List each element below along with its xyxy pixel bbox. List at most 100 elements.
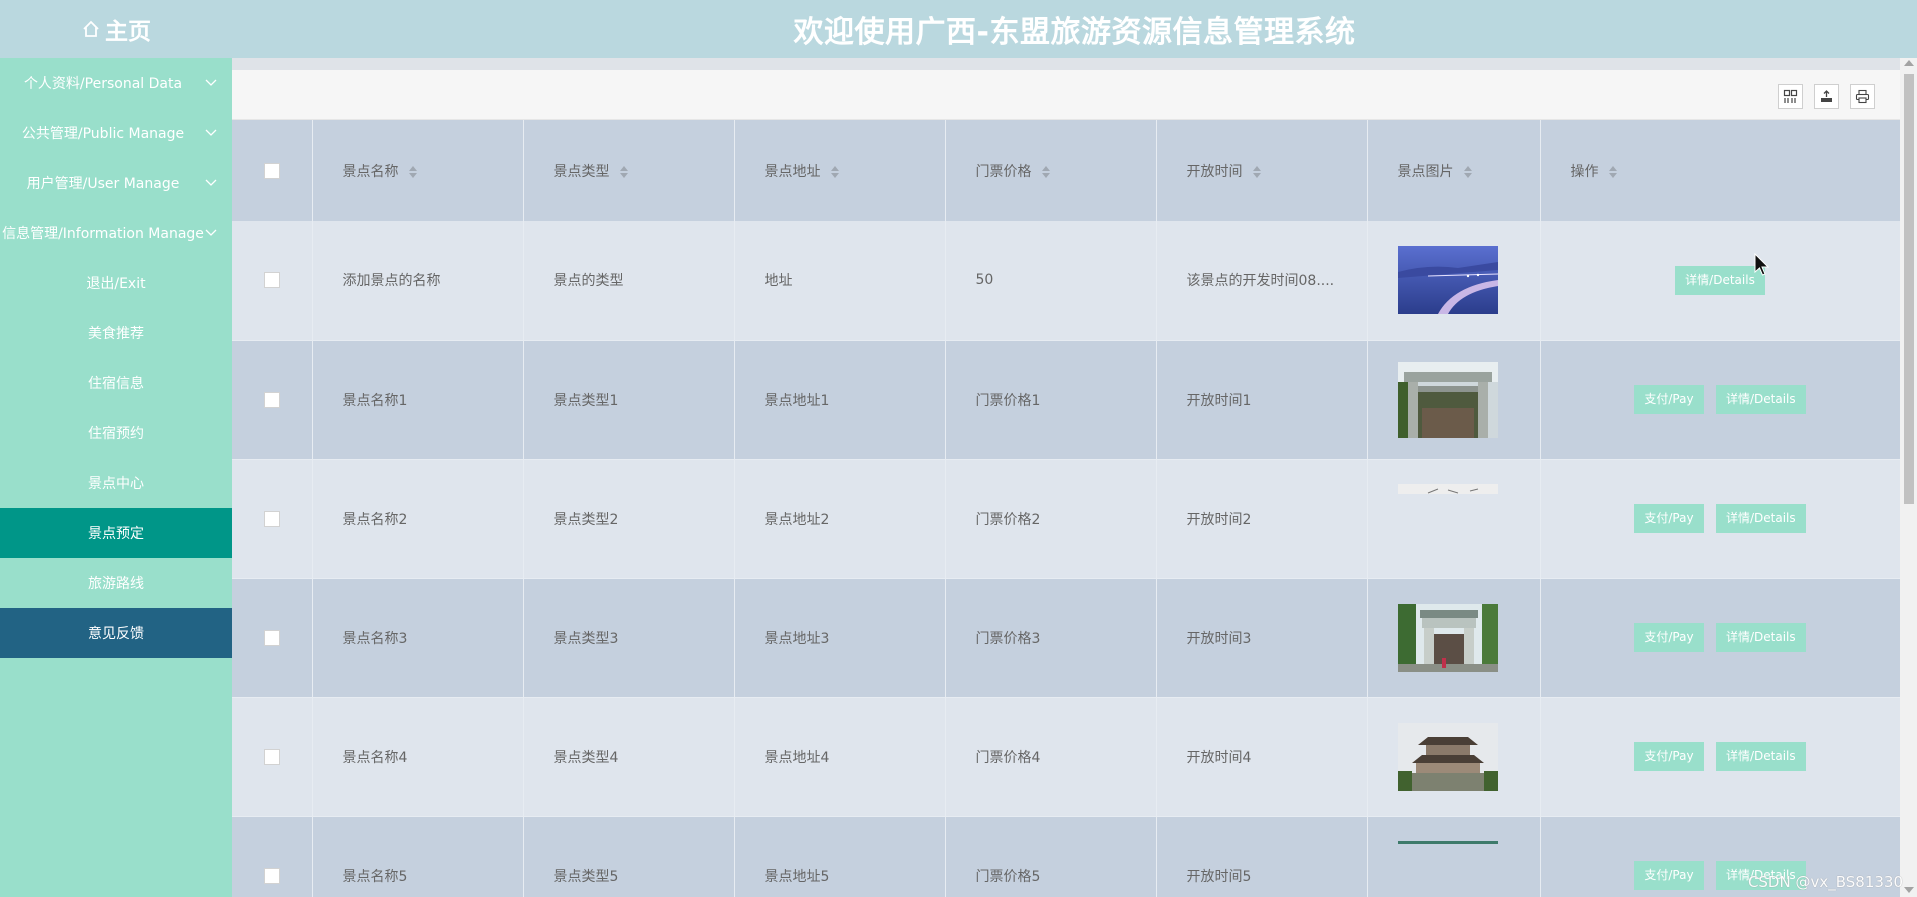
sidebar-item-user-manage[interactable]: 用户管理/User Manage [0, 158, 232, 208]
cell-type: 景点类型4 [523, 697, 735, 816]
pay-button[interactable]: 支付/Pay [1634, 385, 1704, 414]
row-checkbox[interactable] [264, 510, 280, 527]
partial-photo[interactable] [1397, 483, 1498, 494]
details-button[interactable]: 详情/Details [1716, 504, 1806, 533]
sort-icon[interactable] [408, 165, 417, 178]
sidebar-item-lodging-info[interactable]: 住宿信息 [0, 358, 232, 408]
row-select-cell [232, 459, 313, 578]
sidebar-item-food[interactable]: 美食推荐 [0, 308, 232, 358]
row-checkbox[interactable] [264, 391, 280, 408]
details-button[interactable]: 详情/Details [1716, 742, 1806, 771]
cell-address: 景点地址2 [734, 459, 946, 578]
sidebar-item-label: 住宿预约 [88, 426, 144, 442]
column-header-price[interactable]: 门票价格 [945, 120, 1157, 221]
top-divider [232, 58, 1900, 70]
cell-image [1367, 697, 1541, 816]
table-row: 景点名称3 景点类型3 景点地址3 门票价格3 开放时间3 支付/Pay 详情/… [232, 578, 1900, 697]
details-button[interactable]: 详情/Details [1716, 623, 1806, 652]
sort-icon[interactable] [1463, 165, 1472, 178]
row-select-cell [232, 340, 313, 459]
column-header-name[interactable]: 景点名称 [312, 120, 524, 221]
row-checkbox[interactable] [264, 867, 280, 884]
row-checkbox[interactable] [264, 629, 280, 646]
sidebar-item-label: 景点中心 [88, 476, 144, 492]
sidebar-item-travel-routes[interactable]: 旅游路线 [0, 558, 232, 608]
scroll-down-arrow-icon[interactable] [1904, 887, 1914, 893]
column-header-actions[interactable]: 操作 [1540, 120, 1900, 221]
sort-icon[interactable] [1252, 165, 1261, 178]
sidebar-item-label: 美食推荐 [88, 326, 144, 342]
row-select-cell [232, 697, 313, 816]
column-header-address[interactable]: 景点地址 [734, 120, 946, 221]
details-button[interactable]: 详情/Details [1675, 265, 1765, 295]
gate-photo[interactable] [1397, 603, 1498, 672]
sort-icon[interactable] [1041, 165, 1050, 178]
pay-button[interactable]: 支付/Pay [1634, 623, 1704, 652]
sidebar-item-lodging-booking[interactable]: 住宿预约 [0, 408, 232, 458]
cell-price: 50 [945, 221, 1157, 340]
chevron-down-icon [205, 179, 217, 186]
sidebar-item-label: 用户管理/User Manage [26, 176, 180, 192]
sidebar-item-label: 退出/Exit [86, 276, 146, 292]
cell-image [1367, 340, 1541, 459]
cell-name: 添加景点的名称 [312, 221, 524, 340]
cell-address: 景点地址5 [734, 816, 946, 897]
sidebar-item-information-manage[interactable]: 信息管理/Information Manage [0, 208, 232, 258]
pay-button[interactable]: 支付/Pay [1634, 861, 1704, 890]
cell-open-time: 开放时间2 [1156, 459, 1368, 578]
select-all-checkbox[interactable] [264, 162, 280, 179]
cell-name: 景点名称3 [312, 578, 524, 697]
cell-open-time: 开放时间3 [1156, 578, 1368, 697]
partial-photo[interactable] [1397, 840, 1498, 844]
home-link[interactable]: 主页 [0, 0, 232, 58]
columns-toggle-button[interactable] [1778, 84, 1803, 109]
table-row: 景点名称1 景点类型1 景点地址1 门票价格1 开放时间1 支付/Pay 详情/… [232, 340, 1900, 459]
main-content: 景点名称 景点类型 景点地址 门票价格 开放时间 景点图片 操作 添加景点的名称… [232, 58, 1900, 897]
cell-type: 景点类型5 [523, 816, 735, 897]
chevron-down-icon [205, 79, 217, 86]
pay-button[interactable]: 支付/Pay [1634, 504, 1704, 533]
sidebar-item-attraction-center[interactable]: 景点中心 [0, 458, 232, 508]
archway-photo[interactable] [1397, 361, 1498, 438]
bridge-night-photo[interactable] [1397, 246, 1498, 315]
cell-open-time: 开放时间5 [1156, 816, 1368, 897]
column-header-type[interactable]: 景点类型 [523, 120, 735, 221]
cell-actions: 支付/Pay 详情/Details [1540, 697, 1900, 816]
sidebar-item-label: 住宿信息 [88, 376, 144, 392]
column-header-image[interactable]: 景点图片 [1367, 120, 1541, 221]
cell-name: 景点名称2 [312, 459, 524, 578]
cell-type: 景点的类型 [523, 221, 735, 340]
sidebar-item-feedback[interactable]: 意见反馈 [0, 608, 232, 658]
sidebar-item-exit[interactable]: 退出/Exit [0, 258, 232, 308]
vertical-scrollbar[interactable] [1900, 58, 1917, 897]
print-icon [1855, 89, 1870, 104]
select-all-cell [232, 120, 313, 221]
scroll-up-arrow-icon[interactable] [1904, 60, 1914, 66]
sidebar-item-label: 景点预定 [88, 526, 144, 542]
export-button[interactable] [1814, 84, 1839, 109]
cell-price: 门票价格1 [945, 340, 1157, 459]
sort-icon[interactable] [830, 165, 839, 178]
chevron-down-icon [205, 229, 217, 236]
row-checkbox[interactable] [264, 272, 280, 289]
details-button[interactable]: 详情/Details [1716, 385, 1806, 414]
sidebar-item-public-manage[interactable]: 公共管理/Public Manage [0, 108, 232, 158]
cell-name: 景点名称5 [312, 816, 524, 897]
cell-type: 景点类型2 [523, 459, 735, 578]
row-checkbox[interactable] [264, 748, 280, 765]
home-label: 主页 [105, 19, 151, 45]
sidebar-item-personal-data[interactable]: 个人资料/Personal Data [0, 58, 232, 108]
tower-photo[interactable] [1397, 722, 1498, 791]
scrollbar-thumb[interactable] [1904, 74, 1914, 504]
sidebar-item-attraction-booking[interactable]: 景点预定 [0, 508, 232, 558]
print-button[interactable] [1850, 84, 1875, 109]
cell-image [1367, 816, 1541, 897]
cell-address: 景点地址3 [734, 578, 946, 697]
row-select-cell [232, 578, 313, 697]
sort-icon[interactable] [619, 165, 628, 178]
sidebar: 个人资料/Personal Data 公共管理/Public Manage 用户… [0, 58, 232, 897]
system-title: 欢迎使用广西-东盟旅游资源信息管理系统 [793, 15, 1356, 50]
sort-icon[interactable] [1608, 165, 1617, 178]
pay-button[interactable]: 支付/Pay [1634, 742, 1704, 771]
column-header-open-time[interactable]: 开放时间 [1156, 120, 1368, 221]
